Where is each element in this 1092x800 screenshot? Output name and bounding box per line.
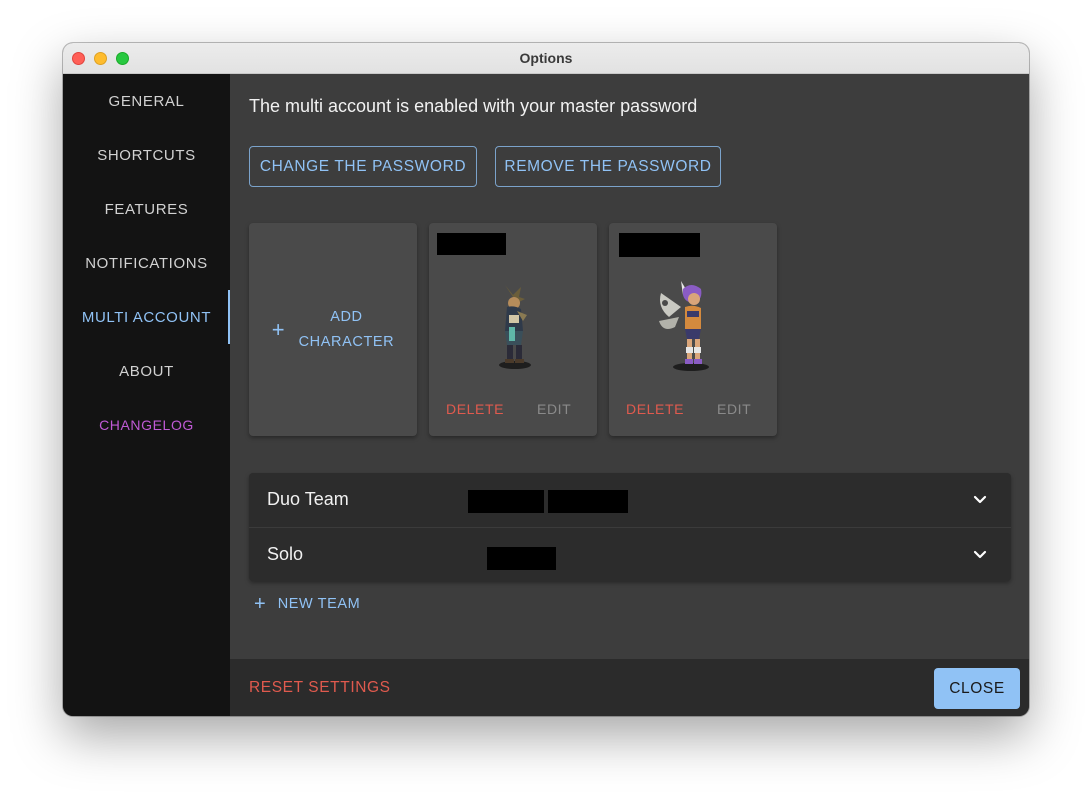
chevron-down-icon[interactable] xyxy=(973,493,987,507)
sidebar-item-notifications[interactable]: NOTIFICATIONS xyxy=(63,236,230,290)
edit-character-button[interactable]: EDIT xyxy=(537,401,571,417)
sidebar: GENERAL SHORTCUTS FEATURES NOTIFICATIONS… xyxy=(63,74,230,716)
reset-settings-button[interactable]: RESET SETTINGS xyxy=(249,679,391,697)
add-character-label-line2: CHARACTER xyxy=(298,333,395,350)
add-character-label-line1: ADD xyxy=(330,308,363,325)
character-sprite xyxy=(659,281,709,371)
footer-bar: RESET SETTINGS CLOSE xyxy=(230,659,1029,716)
redacted-team-member xyxy=(468,490,544,513)
sidebar-item-shortcuts[interactable]: SHORTCUTS xyxy=(63,128,230,182)
character-card: DELETE EDIT xyxy=(609,223,777,436)
add-character-card[interactable]: + ADD CHARACTER xyxy=(249,223,417,436)
change-password-button[interactable]: CHANGE THE PASSWORD xyxy=(249,146,477,187)
team-row-duo-team[interactable]: Duo Team xyxy=(249,473,1011,527)
new-team-button[interactable]: + NEW TEAM xyxy=(254,594,360,614)
sidebar-item-changelog[interactable]: CHANGELOG xyxy=(63,398,230,452)
plus-icon: + xyxy=(271,316,285,342)
plus-icon: + xyxy=(254,593,266,615)
title-bar: Options xyxy=(63,43,1029,74)
sidebar-item-about[interactable]: ABOUT xyxy=(63,344,230,398)
multi-account-panel: The multi account is enabled with your m… xyxy=(230,74,1029,659)
add-character-label: ADD CHARACTER xyxy=(299,305,395,355)
team-name: Duo Team xyxy=(267,489,349,509)
edit-character-button[interactable]: EDIT xyxy=(717,401,751,417)
delete-character-button[interactable]: DELETE xyxy=(626,401,684,417)
delete-character-button[interactable]: DELETE xyxy=(446,401,504,417)
close-button[interactable]: CLOSE xyxy=(934,668,1020,709)
sidebar-item-features[interactable]: FEATURES xyxy=(63,182,230,236)
redacted-team-member xyxy=(548,490,628,513)
teams-list: Duo Team Solo xyxy=(249,473,1011,581)
team-name: Solo xyxy=(267,544,304,564)
sidebar-item-general[interactable]: GENERAL xyxy=(63,74,230,128)
redacted-character-name xyxy=(619,233,700,257)
window-title: Options xyxy=(519,50,573,66)
redacted-character-name xyxy=(437,233,506,255)
chevron-down-icon[interactable] xyxy=(973,548,987,562)
remove-password-button[interactable]: REMOVE THE PASSWORD xyxy=(495,146,721,187)
sidebar-item-multi-account[interactable]: MULTI ACCOUNT xyxy=(63,290,230,344)
character-card: DELETE EDIT xyxy=(429,223,597,436)
team-row-solo[interactable]: Solo xyxy=(249,527,1011,581)
page-headline: The multi account is enabled with your m… xyxy=(249,96,698,116)
new-team-label: NEW TEAM xyxy=(277,596,361,612)
options-window: Options GENERAL SHORTCUTS FEATURES NOTIF… xyxy=(63,43,1029,716)
redacted-team-member xyxy=(487,547,556,570)
character-sprite xyxy=(499,285,531,369)
